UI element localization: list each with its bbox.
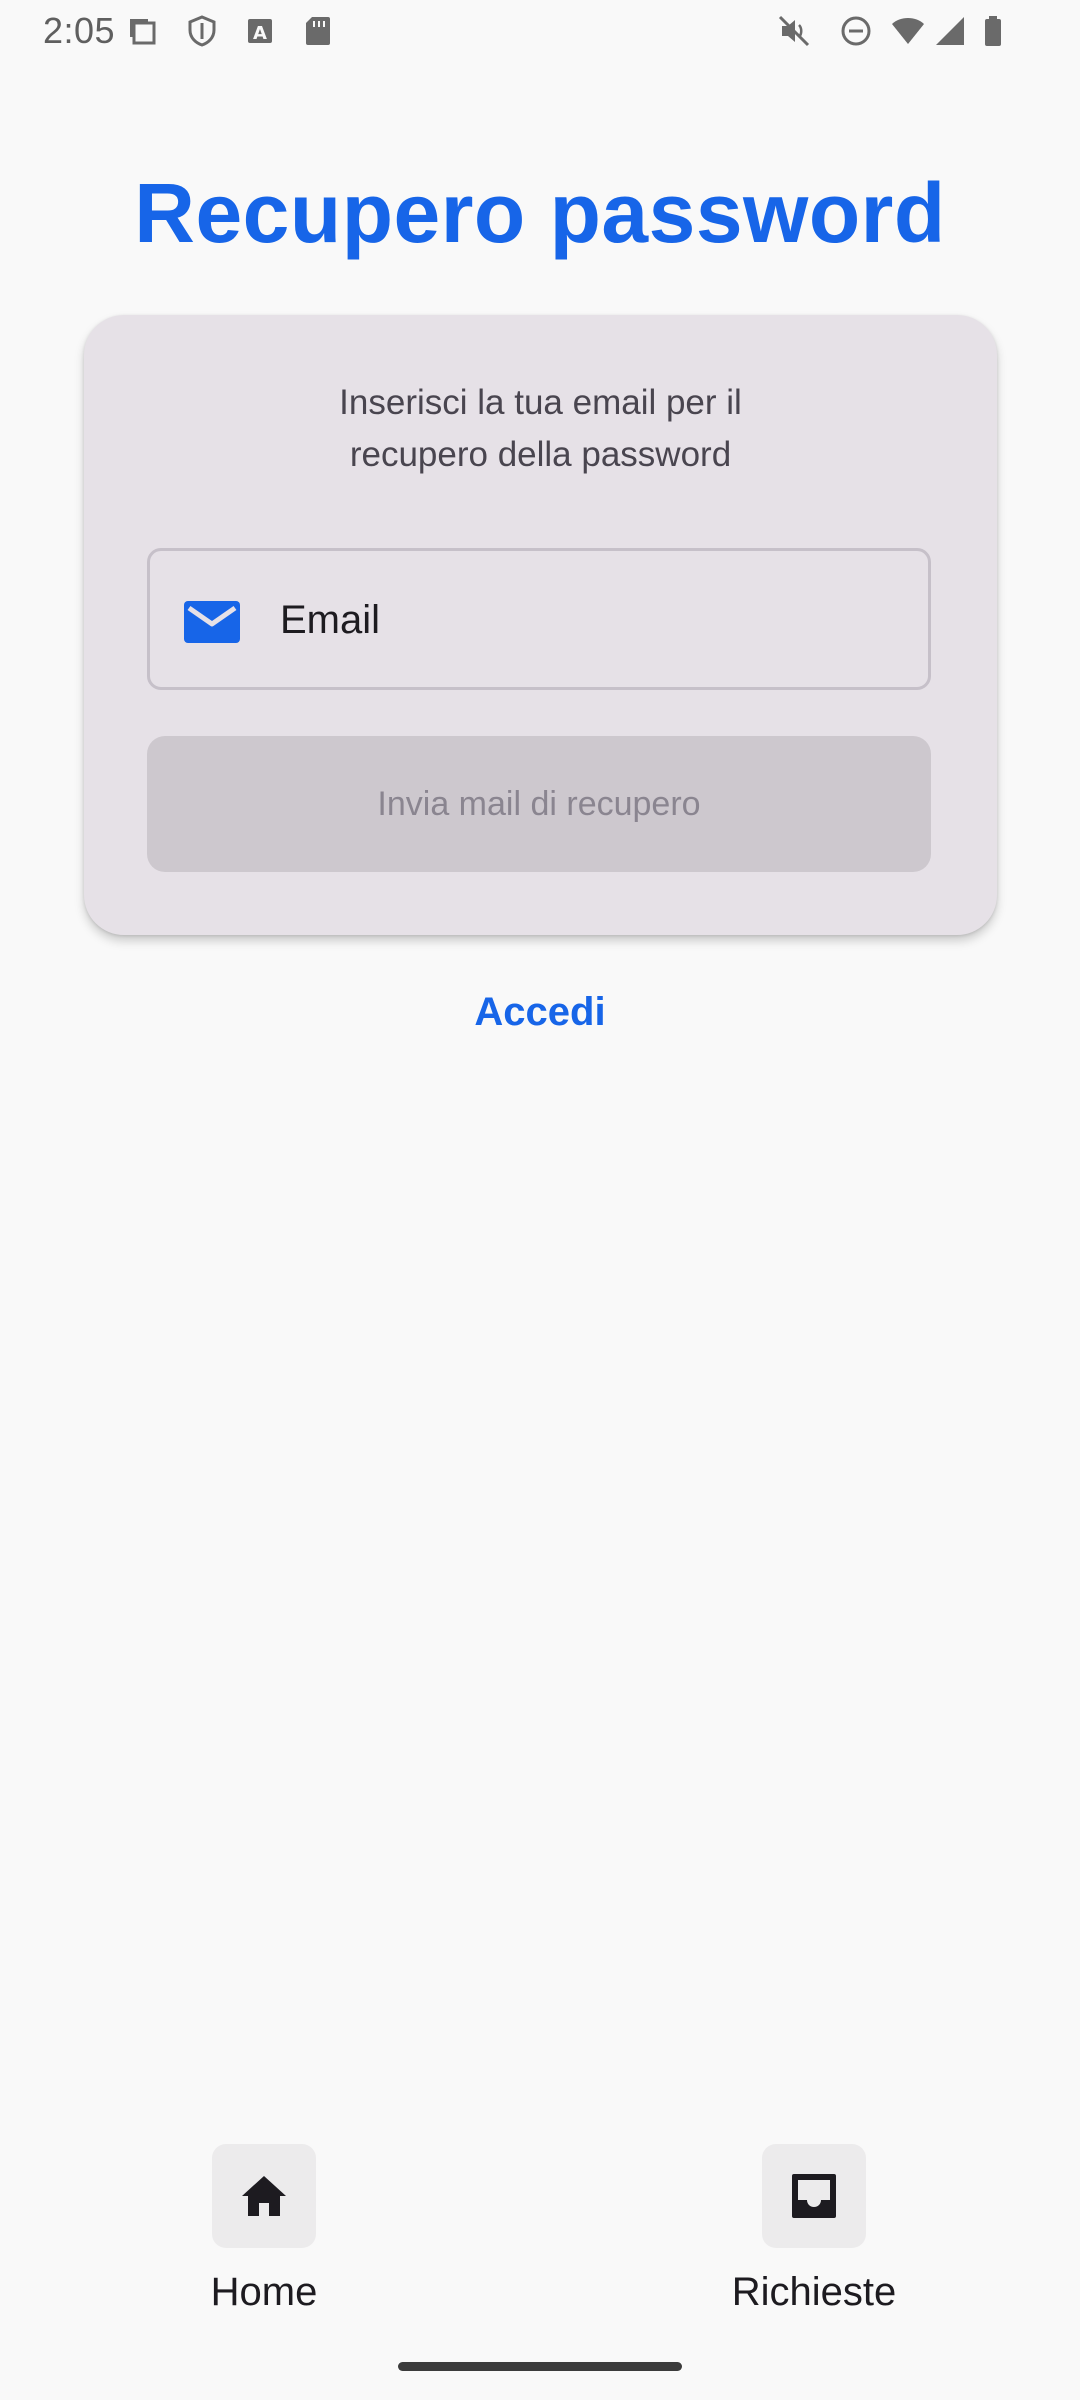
screenshot-icon — [126, 13, 162, 49]
description-line: recupero della password — [349, 435, 732, 474]
email-label: Email — [280, 598, 381, 642]
wifi-icon — [890, 13, 926, 49]
login-link[interactable]: Accedi — [0, 990, 1080, 1035]
nav-item-home[interactable]: Home — [114, 2120, 414, 2340]
send-recovery-mail-button[interactable]: Invia mail di recupero — [147, 736, 931, 872]
nav-label-requests: Richieste — [731, 2270, 897, 2314]
muted-icon — [776, 13, 812, 49]
card-description: Inserisci la tua email per il recupero d… — [144, 377, 937, 481]
status-time: 2:05 — [43, 10, 116, 51]
envelope-icon — [184, 601, 240, 643]
signal-icon — [932, 13, 968, 49]
nav-icon-indicator — [762, 2144, 866, 2248]
recovery-card: Inserisci la tua email per il recupero d… — [84, 315, 997, 935]
nav-icon-indicator — [212, 2144, 316, 2248]
status-bar: 2:05 A — [0, 0, 1080, 64]
shield-icon — [184, 13, 220, 49]
inbox-icon — [792, 2174, 836, 2218]
do-not-disturb-icon — [838, 13, 874, 49]
nav-item-requests[interactable]: Richieste — [664, 2120, 964, 2340]
bottom-navigation: Home Richieste — [0, 2120, 1080, 2350]
email-field[interactable]: Email — [147, 548, 931, 690]
text-a-icon: A — [242, 13, 278, 49]
sd-card-icon — [300, 13, 336, 49]
gesture-navigation-bar[interactable] — [398, 2362, 682, 2371]
page-title: Recupero password — [134, 166, 946, 260]
description-line: Inserisci la tua email per il — [339, 383, 742, 422]
home-icon — [242, 2176, 286, 2216]
svg-text:A: A — [253, 23, 267, 44]
battery-icon — [976, 13, 1012, 49]
nav-label-home: Home — [210, 2270, 318, 2314]
